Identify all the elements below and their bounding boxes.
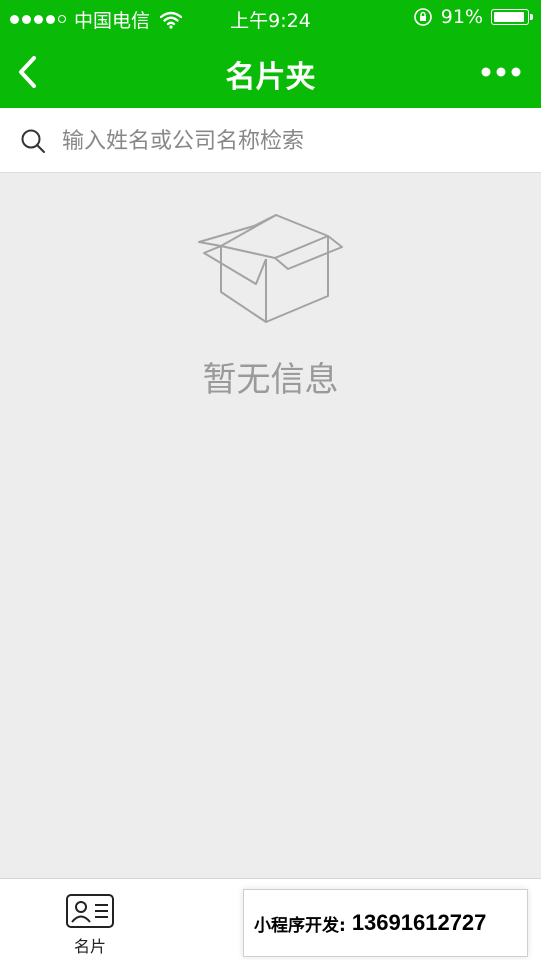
promo-label: 小程序开发: <box>254 915 346 936</box>
empty-box-icon <box>198 214 343 323</box>
empty-state-text: 暂无信息 <box>202 360 339 400</box>
search-bar <box>0 108 541 173</box>
status-right: 91% <box>413 6 533 28</box>
tab-business-cards[interactable]: 名片 <box>40 887 140 959</box>
navigation-bar: 名片夹 <box>0 36 541 108</box>
battery-percentage: 91% <box>440 6 483 28</box>
tab-label: 名片 <box>73 937 106 956</box>
promo-phone: 13691612727 <box>351 910 487 935</box>
status-bar: 中国电信 上午9:24 91% <box>0 0 541 36</box>
battery-icon <box>491 9 533 25</box>
promo-banner: 小程序开发: 13691612727 <box>243 889 528 957</box>
search-icon <box>21 129 45 153</box>
more-options-icon[interactable] <box>479 60 523 84</box>
id-card-icon <box>66 894 114 928</box>
search-input[interactable] <box>60 122 504 160</box>
orientation-lock-icon <box>413 8 432 26</box>
page-title: 名片夹 <box>225 60 316 95</box>
